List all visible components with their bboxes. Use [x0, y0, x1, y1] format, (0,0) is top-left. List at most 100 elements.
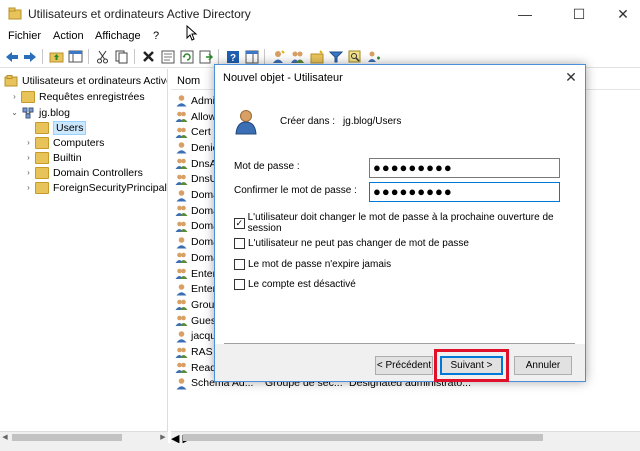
list-item-name: Admi — [191, 94, 215, 107]
scroll-right-arrow-icon[interactable]: ▶ — [158, 432, 168, 443]
list-item-name: DnsA — [191, 157, 217, 170]
properties-icon[interactable] — [159, 48, 176, 65]
tree-horizontal-scrollbar[interactable]: ◀ ▶ — [0, 431, 168, 443]
new-ou-icon[interactable] — [308, 48, 325, 65]
tree-item-domain-controllers[interactable]: › Domain Controllers — [24, 165, 143, 180]
expand-chevron-icon[interactable]: › — [10, 92, 19, 101]
list-item[interactable]: Doma — [175, 203, 219, 219]
list-item-name: jacqu — [191, 330, 217, 343]
option-label: Le compte est désactivé — [248, 278, 356, 290]
group-icon — [175, 315, 188, 327]
list-item[interactable]: Read- — [175, 360, 220, 376]
list-item[interactable]: Doma — [175, 250, 219, 266]
list-item[interactable]: Doma — [175, 187, 219, 203]
list-item[interactable]: Allow — [175, 109, 216, 125]
add-to-group-icon[interactable] — [365, 48, 382, 65]
ad-console-icon — [4, 74, 18, 86]
list-item[interactable]: Denie — [175, 140, 218, 156]
close-button[interactable]: ✕ — [600, 0, 640, 28]
list-item[interactable]: Guest — [175, 313, 219, 329]
tree-item-domain[interactable]: ⌄ jg.blog — [10, 105, 70, 120]
collapse-chevron-icon[interactable]: ⌄ — [10, 108, 19, 117]
forward-arrow-icon[interactable] — [21, 48, 38, 65]
previous-button[interactable]: < Précédent — [375, 356, 433, 375]
scrollbar-thumb[interactable] — [183, 434, 543, 441]
cut-icon[interactable] — [94, 48, 111, 65]
created-in-label: Créer dans : — [280, 116, 336, 127]
up-folder-icon[interactable] — [48, 48, 65, 65]
group-icon — [175, 268, 188, 280]
password-field[interactable]: ●●●●●●●●● — [369, 158, 560, 178]
group-icon — [175, 205, 188, 217]
option-cannot-change-password[interactable]: L'utilisateur ne peut pas changer de mot… — [234, 236, 469, 250]
option-account-disabled[interactable]: Le compte est désactivé — [234, 277, 356, 291]
export-icon[interactable] — [197, 48, 214, 65]
tree-item-label: Domain Controllers — [53, 166, 143, 179]
list-horizontal-scrollbar[interactable]: ◀ ▶ — [171, 431, 640, 445]
user-icon — [176, 283, 187, 296]
expand-chevron-icon[interactable]: › — [24, 168, 33, 177]
console-tree-icon[interactable] — [67, 48, 84, 65]
list-item-name: Enter — [191, 267, 217, 280]
new-user-icon[interactable] — [270, 48, 287, 65]
list-item[interactable]: Enter — [175, 281, 216, 297]
expand-chevron-icon[interactable]: › — [24, 183, 33, 192]
expand-chevron-icon[interactable]: › — [24, 153, 33, 162]
scroll-left-arrow-icon[interactable]: ◀ — [0, 432, 10, 443]
tree-item-saved-queries[interactable]: › Requêtes enregistrées — [10, 89, 145, 104]
menu-help[interactable]: ? — [153, 30, 159, 42]
option-password-never-expires[interactable]: Le mot de passe n'expire jamais — [234, 257, 391, 271]
window-titlebar: Utilisateurs et ordinateurs Active Direc… — [0, 0, 640, 28]
list-item[interactable]: Doma — [175, 219, 219, 235]
tree-root[interactable]: Utilisateurs et ordinateurs Active — [4, 73, 167, 88]
cancel-button[interactable]: Annuler — [514, 356, 572, 375]
user-icon — [176, 142, 187, 154]
dialog-footer: < Précédent Suivant > Annuler — [215, 344, 585, 382]
tree-item-builtin[interactable]: › Builtin — [24, 150, 82, 165]
checkbox[interactable] — [234, 258, 245, 270]
checkbox[interactable] — [234, 237, 245, 249]
back-arrow-icon[interactable] — [3, 48, 20, 65]
new-group-icon[interactable] — [289, 48, 306, 65]
group-icon — [175, 362, 188, 374]
checkbox[interactable]: ✓ — [234, 217, 245, 229]
column-header-label: Nom — [177, 75, 201, 87]
folder-icon — [35, 121, 49, 134]
checkbox[interactable] — [234, 278, 245, 290]
folder-icon — [35, 166, 49, 179]
tree-item-computers[interactable]: › Computers — [24, 135, 104, 150]
group-icon — [175, 111, 188, 123]
copy-icon[interactable] — [113, 48, 130, 65]
dialog-close-button[interactable]: ✕ — [559, 67, 583, 87]
tree-item-foreign-security-principals[interactable]: › ForeignSecurityPrincipals — [24, 180, 167, 195]
maximize-button[interactable]: ☐ — [556, 0, 602, 28]
ad-users-app-icon — [8, 7, 22, 20]
user-icon — [176, 95, 187, 107]
group-icon — [175, 127, 188, 138]
filter-icon[interactable] — [327, 48, 344, 65]
list-item[interactable]: DnsA — [175, 156, 217, 172]
menu-action[interactable]: Action — [53, 30, 84, 42]
list-item[interactable]: Doma — [175, 234, 219, 250]
scrollbar-thumb[interactable] — [12, 434, 122, 441]
toolbar-separator — [134, 49, 135, 64]
delete-icon[interactable] — [140, 48, 157, 65]
minimize-button[interactable]: — — [502, 0, 548, 28]
list-item[interactable]: Admi — [175, 93, 215, 109]
refresh-icon[interactable] — [178, 48, 195, 65]
user-icon — [176, 331, 187, 343]
list-item[interactable]: Enter — [175, 266, 216, 282]
group-icon — [175, 158, 188, 170]
user-icon — [176, 236, 187, 249]
show-pane-icon[interactable] — [243, 48, 260, 65]
tree-item-users[interactable]: Users — [35, 120, 87, 135]
list-item[interactable]: DnsU — [175, 172, 217, 188]
menu-fichier[interactable]: Fichier — [8, 30, 41, 42]
list-item[interactable]: jacqu — [175, 329, 216, 345]
confirm-password-field[interactable]: ●●●●●●●●● — [369, 182, 560, 202]
menu-affichage[interactable]: Affichage — [95, 30, 141, 42]
find-icon[interactable] — [346, 48, 363, 65]
option-must-change-password[interactable]: ✓ L'utilisateur doit changer le mot de p… — [234, 212, 575, 234]
help-icon[interactable]: ? — [224, 48, 241, 65]
expand-chevron-icon[interactable]: › — [24, 138, 33, 147]
